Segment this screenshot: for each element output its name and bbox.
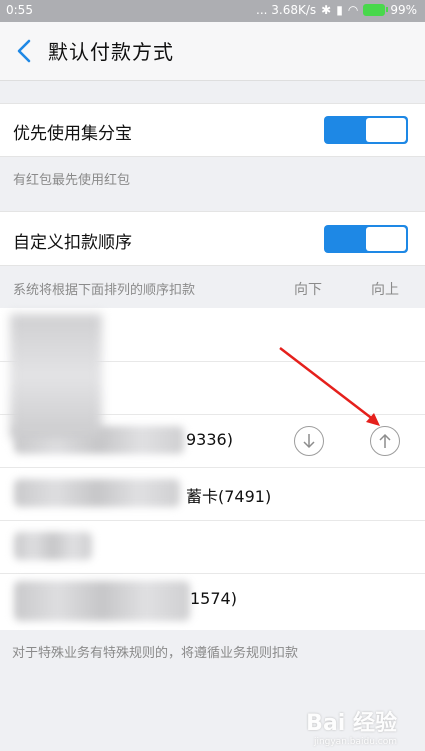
payment-item[interactable] [0, 520, 425, 574]
custom-order-hint: 系统将根据下面排列的顺序扣款 [13, 283, 196, 298]
battery-percent: 99% [390, 3, 417, 17]
wifi-icon: ◠ [347, 3, 359, 17]
redacted-card-name [14, 479, 180, 507]
status-bar: 0:55 ... 3.68K/s ✱ ▮ ◠ 99% [0, 0, 425, 22]
jifenbao-hint: 有红包最先使用红包 [13, 173, 131, 188]
status-icons: ... 3.68K/s ✱ ▮ ◠ 99% [256, 3, 417, 17]
redacted-card-name [14, 532, 92, 560]
battery-icon [363, 4, 389, 16]
watermark-logo: Bai 经验 jingyan.baidu.com [306, 705, 397, 747]
jifenbao-toggle[interactable] [324, 116, 408, 144]
redacted-card-name [14, 581, 190, 621]
custom-order-label: 自定义扣款顺序 [13, 233, 132, 253]
payment-item[interactable]: 1574) [0, 573, 425, 626]
bluetooth-icon: ✱ [321, 3, 332, 17]
network-speed: ... 3.68K/s [256, 3, 317, 17]
payment-item-label: 9336) [186, 430, 233, 449]
redacted-block [10, 314, 102, 438]
signal-icon: ▮ [336, 3, 343, 17]
jifenbao-label: 优先使用集分宝 [13, 124, 132, 144]
payment-item-label: 1574) [190, 589, 237, 608]
payment-item-label: 蓄卡(7491) [186, 487, 272, 506]
page-title: 默认付款方式 [48, 40, 174, 64]
app-header: 默认付款方式 [0, 22, 425, 81]
status-time: 0:55 [6, 3, 33, 17]
custom-order-toggle[interactable] [324, 225, 408, 253]
watermark-text: Bai 经验 [306, 711, 397, 736]
column-down-label: 向下 [294, 282, 322, 298]
jifenbao-row: 优先使用集分宝 [0, 103, 425, 157]
payment-item[interactable]: 蓄卡(7491) [0, 467, 425, 521]
back-arrow-icon[interactable] [14, 38, 36, 64]
toggle-knob [366, 227, 406, 251]
custom-order-row: 自定义扣款顺序 [0, 211, 425, 266]
annotation-arrow-icon [279, 347, 380, 426]
toggle-knob [366, 118, 406, 142]
column-up-label: 向上 [371, 282, 399, 298]
watermark-url: jingyan.baidu.com [313, 737, 397, 747]
footer-note: 对于特殊业务有特殊规则的，将遵循业务规则扣款 [12, 646, 299, 661]
